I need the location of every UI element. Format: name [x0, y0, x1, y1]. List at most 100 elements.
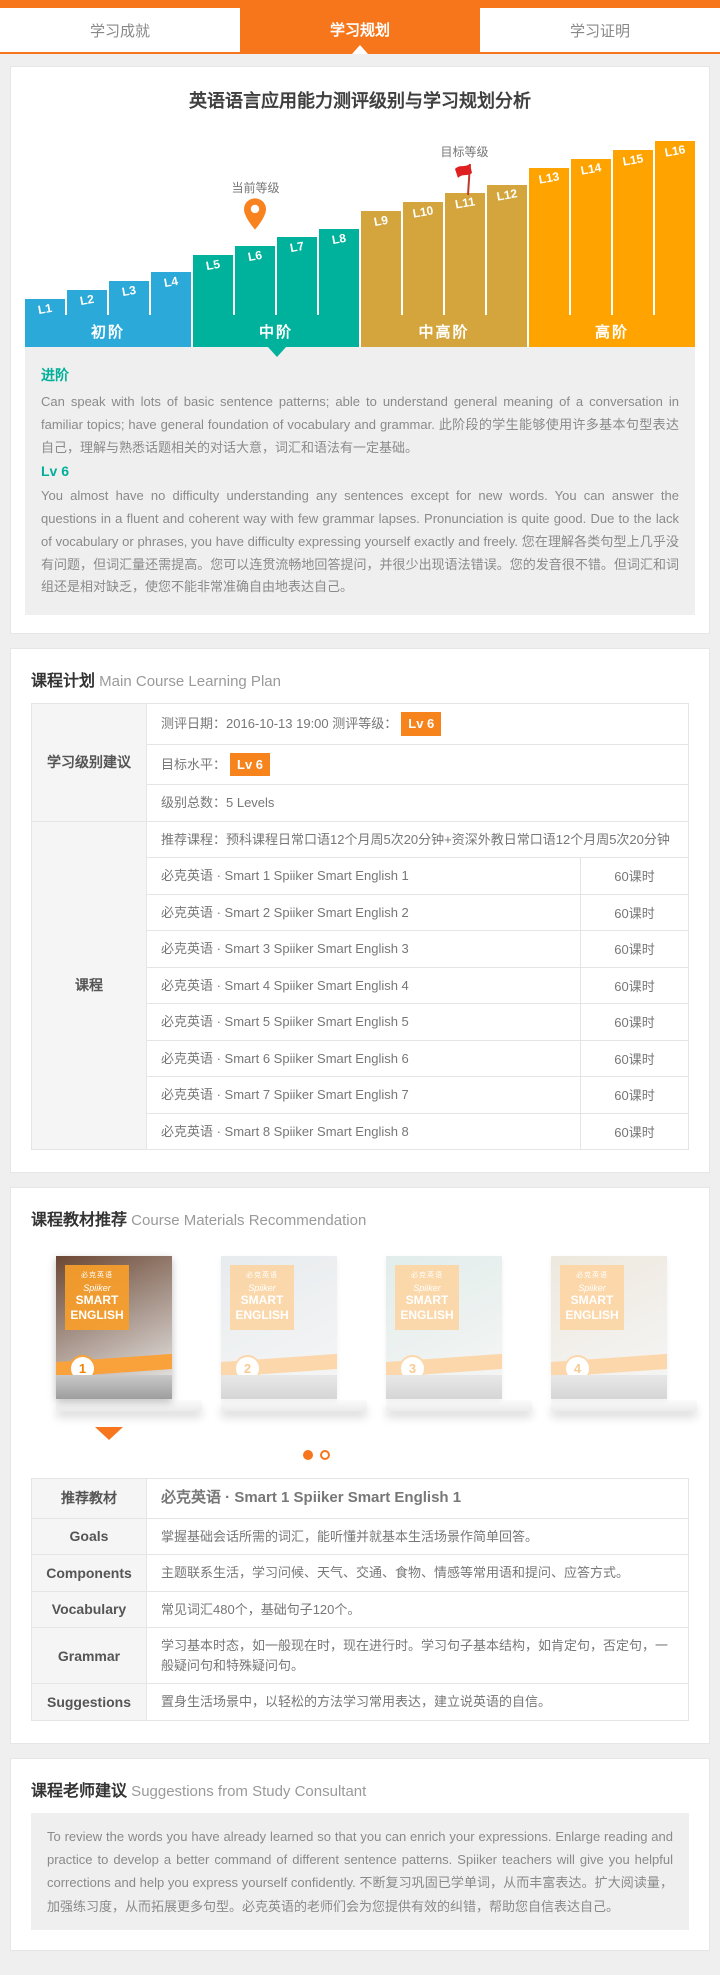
detail-group: Suggestions置身生活场景中，以轻松的方法学习常用表达，建立说英语的自信… [32, 1683, 688, 1720]
bar-l14: L14 [571, 159, 611, 315]
level-bar-l13: L13 [529, 119, 569, 315]
bar-label-l13: L13 [528, 168, 570, 189]
book-bottom-strip [56, 1375, 172, 1399]
level-description-block: 进阶 Can speak with lots of basic sentence… [25, 347, 695, 615]
detail-row: 必克英语 · Smart 1 Spiiker Smart English 1 [147, 1479, 688, 1518]
row-text: 必克英语 · Smart 3 Spiiker Smart English 3 [147, 931, 580, 967]
book-t1: SMART [560, 1293, 624, 1308]
table-row: 必克英语 · Smart 8 Spiiker Smart English 860… [147, 1113, 688, 1150]
bar-l1: L1 [25, 299, 65, 315]
tab-learning-achievement[interactable]: 学习成就 [0, 0, 240, 52]
book-shelf [551, 1400, 697, 1411]
book-t2: ENGLISH [230, 1308, 294, 1323]
detail-row: 掌握基础会话所需的词汇，能听懂并就基本生活场景作简单回答。 [147, 1519, 688, 1555]
book-cover-3[interactable]: 必克英语SpiikerSMARTENGLISH3 [386, 1256, 502, 1399]
bar-l4: L4 [151, 272, 191, 315]
bar-l7: L7 [277, 237, 317, 315]
row-hours: 60课时 [580, 1077, 688, 1113]
level-badge: Lv 6 [401, 712, 441, 736]
detail-value: 置身生活场景中，以轻松的方法学习常用表达，建立说英语的自信。 [147, 1684, 688, 1720]
table-row: 测评日期：2016-10-13 19:00 测评等级：Lv 6 [147, 704, 688, 744]
level-bar-l8: L8 [319, 119, 359, 315]
detail-group: Components主题联系生活，学习问候、天气、交通、食物、情感等常用语和提问… [32, 1554, 688, 1591]
consultant-heading-zh: 课程老师建议 [31, 1783, 127, 1800]
detail-value: 必克英语 · Smart 1 Spiiker Smart English 1 [147, 1479, 688, 1518]
book-t1: SMART [395, 1293, 459, 1308]
row-hours: 60课时 [580, 895, 688, 931]
band-高阶: 高阶 [529, 315, 695, 347]
row-hours: 60课时 [580, 1041, 688, 1077]
bar-label-l8: L8 [318, 229, 360, 250]
consultant-text: To review the words you have already lea… [31, 1813, 689, 1931]
book-cover-4[interactable]: 必克英语SpiikerSMARTENGLISH4 [551, 1256, 667, 1399]
tab-learning-certificate[interactable]: 学习证明 [480, 0, 720, 52]
level-bar-l2: L2 [67, 119, 107, 315]
row-text: 必克英语 · Smart 2 Spiiker Smart English 2 [147, 895, 580, 931]
detail-label: Grammar [32, 1628, 147, 1683]
bar-label-l7: L7 [276, 237, 318, 258]
bar-label-l14: L14 [570, 159, 612, 180]
book-cover-2[interactable]: 必克英语SpiikerSMARTENGLISH2 [221, 1256, 337, 1399]
detail-label: Vocabulary [32, 1592, 147, 1628]
table-group: 学习级别建议测评日期：2016-10-13 19:00 测评等级：Lv 6目标水… [32, 704, 688, 821]
current-lv-description: You almost have no difficulty understand… [41, 485, 679, 599]
assessment-title: 英语语言应用能力测评级别与学习规划分析 [11, 67, 709, 119]
table-row: 必克英语 · Smart 2 Spiiker Smart English 260… [147, 894, 688, 931]
detail-value: 主题联系生活，学习问候、天气、交通、食物、情感等常用语和提问、应答方式。 [147, 1555, 688, 1591]
level-bar-l9: L9 [361, 119, 401, 315]
consultant-heading: 课程老师建议 Suggestions from Study Consultant [11, 1759, 709, 1813]
carousel-dot-inactive[interactable] [320, 1450, 330, 1460]
materials-heading-zh: 课程教材推荐 [31, 1212, 127, 1229]
book-badge: 必克英语SpiikerSMARTENGLISH [230, 1265, 294, 1330]
top-tabbar: 学习成就 学习规划 学习证明 [0, 0, 720, 54]
location-pin-icon [244, 198, 266, 230]
course-plan-table: 学习级别建议测评日期：2016-10-13 19:00 测评等级：Lv 6目标水… [31, 703, 689, 1150]
current-level-marker: 当前等级 [215, 179, 295, 230]
book-shelf [386, 1400, 532, 1411]
detail-row: 主题联系生活，学习问候、天气、交通、食物、情感等常用语和提问、应答方式。 [147, 1555, 688, 1591]
row-text: 必克英语 · Smart 4 Spiiker Smart English 4 [147, 968, 580, 1004]
level-bar-l14: L14 [571, 119, 611, 315]
row-hours: 60课时 [580, 968, 688, 1004]
detail-row: 常见词汇480个，基础句子120个。 [147, 1592, 688, 1628]
band-中阶: 中阶 [193, 315, 359, 347]
detail-group: Vocabulary常见词汇480个，基础句子120个。 [32, 1591, 688, 1628]
row-group-header: 课程 [32, 822, 147, 1150]
bar-l16: L16 [655, 141, 695, 315]
bar-l12: L12 [487, 185, 527, 315]
bar-l8: L8 [319, 229, 359, 315]
table-row: 必克英语 · Smart 4 Spiiker Smart English 460… [147, 967, 688, 1004]
detail-value: 学习基本时态，如一般现在时，现在进行时。学习句子基本结构，如肯定句，否定句，一般… [147, 1628, 688, 1683]
bar-l13: L13 [529, 168, 569, 315]
bar-label-l4: L4 [150, 272, 192, 293]
bar-l5: L5 [193, 255, 233, 315]
book-cover-1[interactable]: 必克英语SpiikerSMARTENGLISH1 [56, 1256, 172, 1399]
bar-l10: L10 [403, 202, 443, 315]
materials-heading: 课程教材推荐 Course Materials Recommendation [11, 1188, 709, 1242]
row-hours: 60课时 [580, 1004, 688, 1040]
band-初阶: 初阶 [25, 315, 191, 347]
detail-rows: 必克英语 · Smart 1 Spiiker Smart English 1 [147, 1479, 688, 1518]
bar-label-l15: L15 [612, 150, 654, 171]
table-row: 目标水平：Lv 6 [147, 744, 688, 785]
row-text: 目标水平：Lv 6 [147, 745, 688, 785]
row-text: 测评日期：2016-10-13 19:00 测评等级：Lv 6 [147, 704, 688, 744]
book-series: Spiiker [395, 1283, 459, 1293]
bar-l6: L6 [235, 246, 275, 315]
stage-description: Can speak with lots of basic sentence pa… [41, 391, 679, 459]
tab-learning-plan[interactable]: 学习规划 [240, 0, 480, 52]
book-slot-4: 必克英语SpiikerSMARTENGLISH4 [551, 1256, 667, 1411]
table-row: 级别总数：5 Levels [147, 784, 688, 821]
book-badge: 必克英语SpiikerSMARTENGLISH [395, 1265, 459, 1330]
row-text: 推荐课程：预科课程日常口语12个月周5次20分钟+资深外教日常口语12个月周5次… [147, 822, 688, 858]
book-t2: ENGLISH [560, 1308, 624, 1323]
book-badge: 必克英语SpiikerSMARTENGLISH [560, 1265, 624, 1330]
carousel-dot-active[interactable] [303, 1450, 313, 1460]
bar-label-l5: L5 [192, 255, 234, 276]
current-level-label: 当前等级 [215, 179, 295, 196]
book-brand: 必克英语 [395, 1270, 459, 1280]
detail-row: 置身生活场景中，以轻松的方法学习常用表达，建立说英语的自信。 [147, 1684, 688, 1720]
book-brand: 必克英语 [230, 1270, 294, 1280]
table-row: 推荐课程：预科课程日常口语12个月周5次20分钟+资深外教日常口语12个月周5次… [147, 822, 688, 858]
row-group-header: 学习级别建议 [32, 704, 147, 821]
